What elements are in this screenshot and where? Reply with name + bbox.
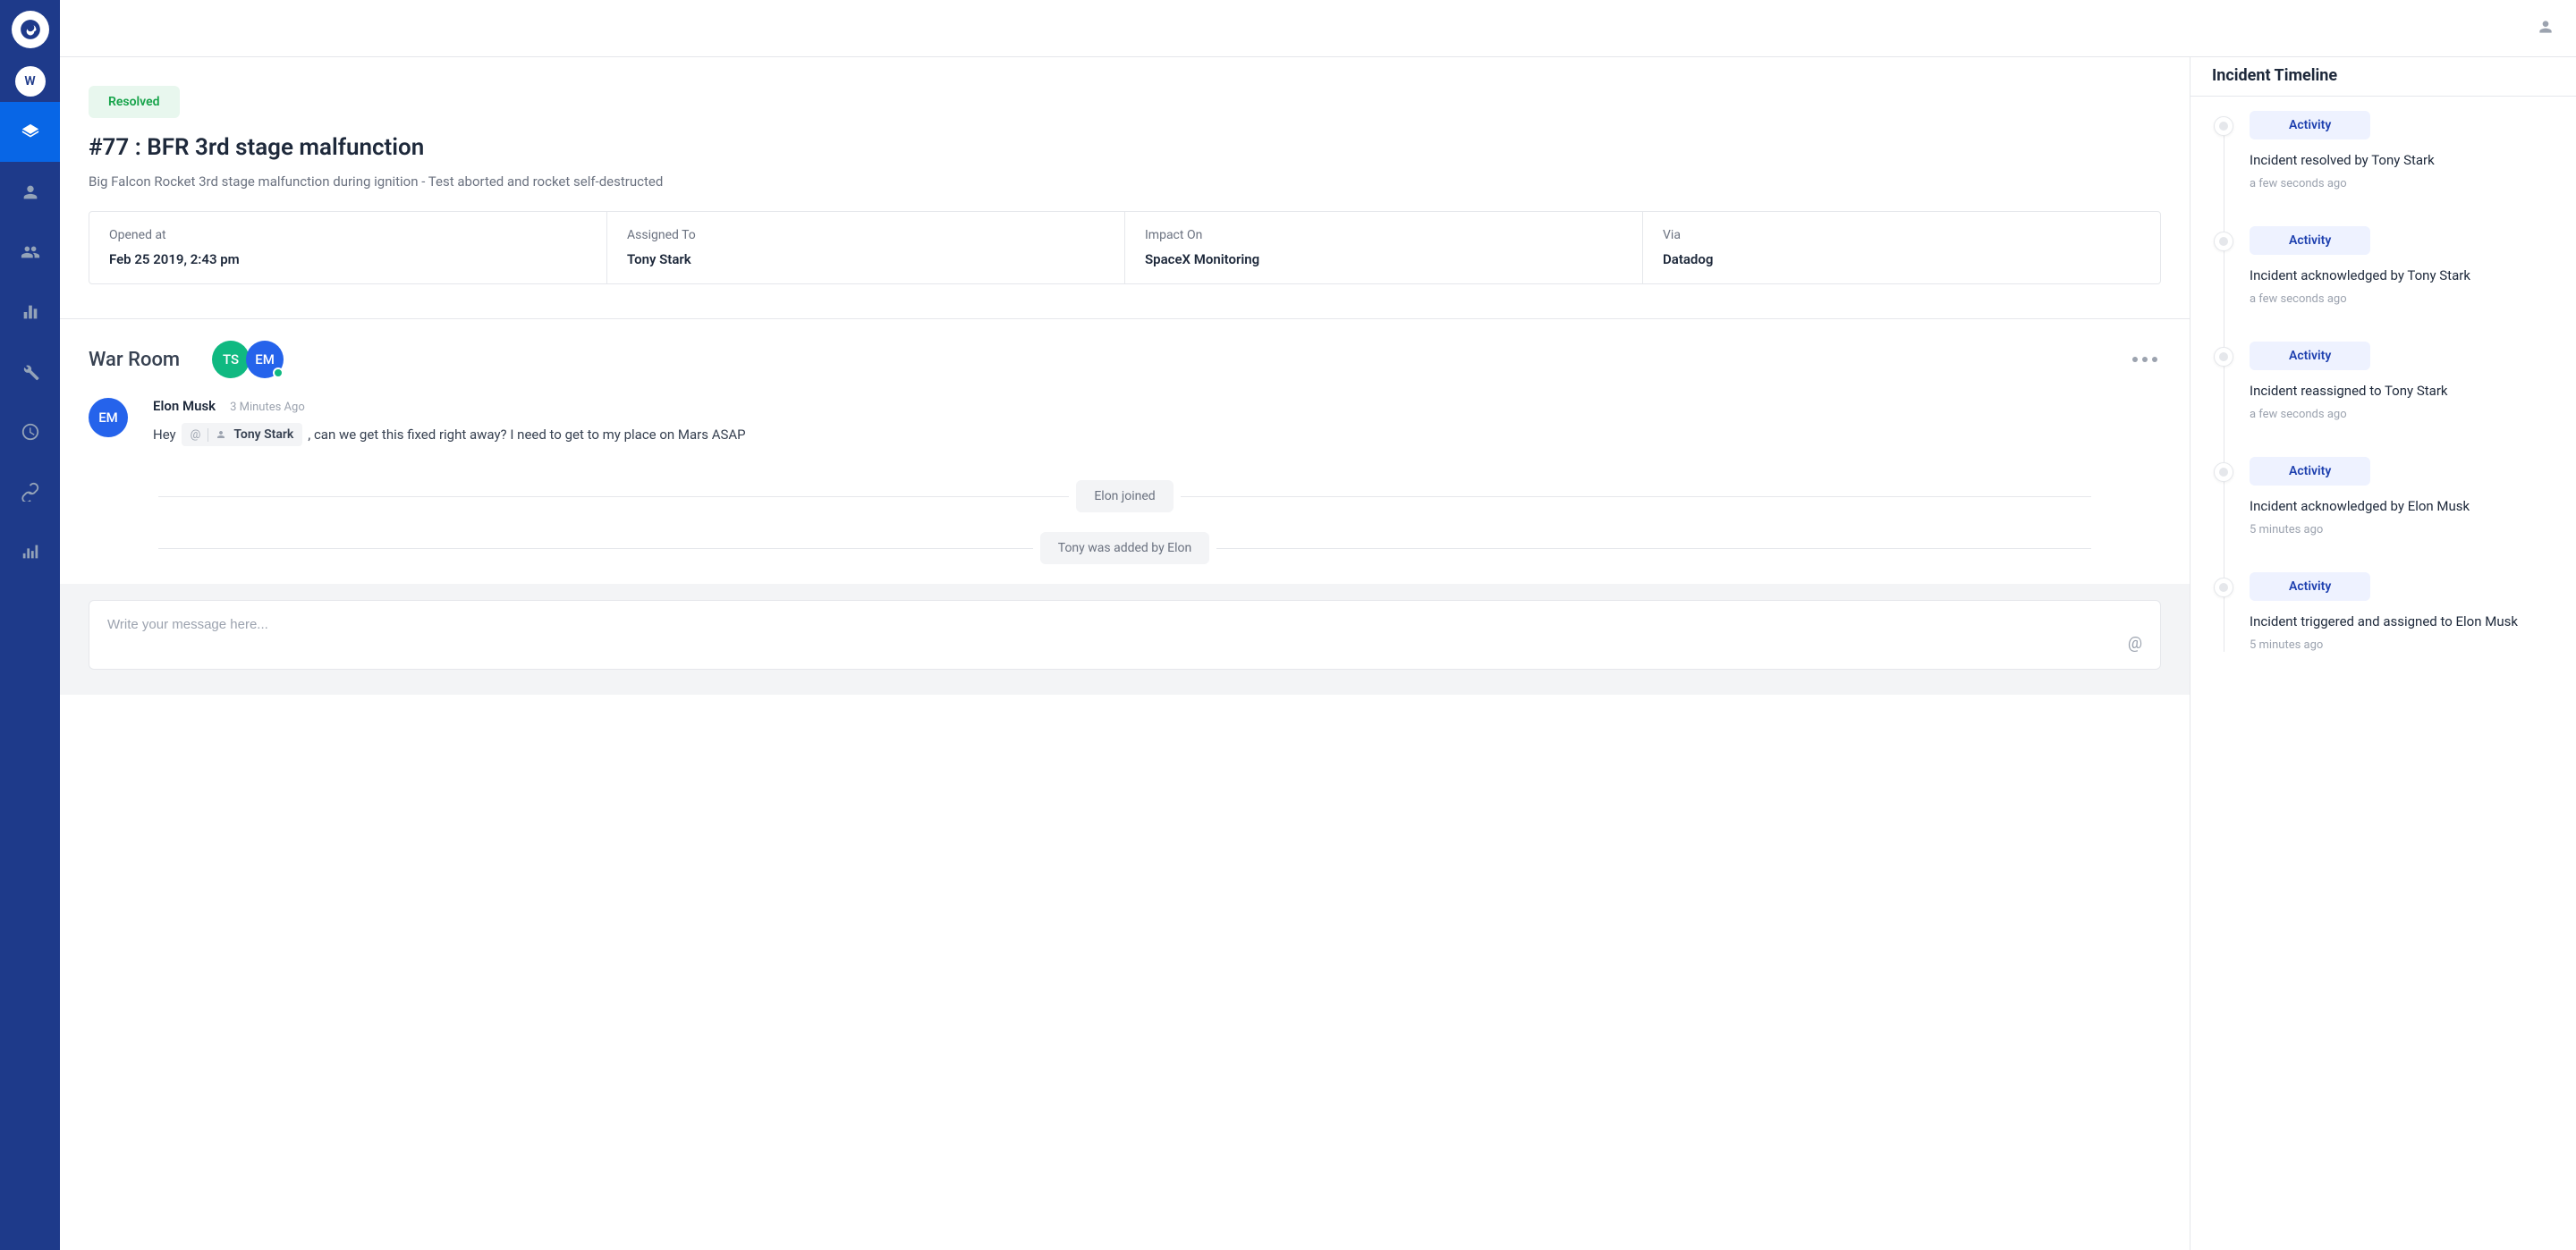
layers-icon [21, 122, 40, 142]
activity-badge: Activity [2250, 111, 2370, 139]
status-badge: Resolved [89, 86, 180, 118]
mention-button[interactable]: @ [2128, 634, 2142, 653]
timeline-text: Incident acknowledged by Elon Musk [2250, 498, 2555, 514]
timeline-item: Activity Incident triggered and assigned… [2212, 572, 2555, 652]
incident-meta: Opened at Feb 25 2019, 2:43 pm Assigned … [89, 211, 2161, 284]
nav-tools[interactable] [0, 342, 60, 401]
presence-indicator [273, 367, 284, 378]
timeline-item: Activity Incident acknowledged by Tony S… [2212, 226, 2555, 306]
at-icon: @ [191, 428, 209, 442]
clock-icon [21, 422, 40, 442]
system-notice: Elon joined [60, 480, 2190, 512]
activity-badge: Activity [2250, 226, 2370, 255]
timeline-dot [2214, 578, 2233, 597]
avatar-em[interactable]: EM [246, 341, 284, 378]
system-notice: Tony was added by Elon [60, 532, 2190, 564]
user-icon [21, 182, 40, 202]
message-author: Elon Musk [153, 398, 216, 414]
link-icon [21, 482, 40, 502]
nav-team[interactable] [0, 222, 60, 282]
message-text: Hey @ Tony Stark , can we get this fixed… [153, 423, 2161, 446]
activity-badge: Activity [2250, 457, 2370, 486]
chat-message: EM Elon Musk 3 Minutes Ago Hey @ Tony St… [60, 391, 2190, 460]
warroom-header: War Room TS EM [60, 319, 2190, 391]
meta-opened: Opened at Feb 25 2019, 2:43 pm [89, 212, 607, 283]
users-icon [21, 242, 40, 262]
user-icon [2537, 18, 2555, 36]
timeline-panel: Incident Timeline Activity Incident reso… [2190, 57, 2576, 1250]
timeline-title: Incident Timeline [2190, 66, 2576, 96]
incident-description: Big Falcon Rocket 3rd stage malfunction … [89, 173, 2161, 190]
topbar [60, 0, 2576, 57]
sidebar: W [0, 0, 60, 1250]
timeline-text: Incident resolved by Tony Stark [2250, 152, 2555, 168]
timeline-item: Activity Incident acknowledged by Elon M… [2212, 457, 2555, 536]
profile-menu[interactable] [2537, 18, 2555, 39]
timeline-time: a few seconds ago [2250, 177, 2555, 190]
warroom-title: War Room [89, 349, 180, 371]
timeline-time: a few seconds ago [2250, 408, 2555, 421]
incident-header: Resolved #77 : BFR 3rd stage malfunction… [60, 57, 2190, 284]
message-time: 3 Minutes Ago [230, 401, 305, 414]
message-composer[interactable]: @ [89, 600, 2161, 670]
nav-incidents[interactable] [0, 102, 60, 162]
wrench-icon [21, 362, 40, 382]
activity-badge: Activity [2250, 342, 2370, 370]
activity-badge: Activity [2250, 572, 2370, 601]
timeline-item: Activity Incident reassigned to Tony Sta… [2212, 342, 2555, 421]
user-icon [216, 429, 226, 440]
workspace-switcher[interactable]: W [15, 66, 46, 97]
mention-chip[interactable]: @ Tony Stark [182, 423, 303, 446]
message-avatar[interactable]: EM [89, 398, 128, 437]
timeline-text: Incident acknowledged by Tony Stark [2250, 267, 2555, 283]
logo[interactable] [12, 11, 49, 48]
timeline-text: Incident reassigned to Tony Stark [2250, 383, 2555, 399]
timeline-time: 5 minutes ago [2250, 638, 2555, 652]
bar-chart-icon [21, 302, 40, 322]
nav-reports[interactable] [0, 521, 60, 581]
timeline-dot [2214, 232, 2233, 251]
timeline-time: 5 minutes ago [2250, 523, 2555, 536]
meta-impact: Impact On SpaceX Monitoring [1125, 212, 1643, 283]
incident-title: #77 : BFR 3rd stage malfunction [89, 134, 2161, 161]
message-input[interactable] [107, 617, 2128, 632]
avatar-ts[interactable]: TS [212, 341, 250, 378]
timeline-dot [2214, 347, 2233, 367]
chart-icon [21, 542, 40, 562]
nav-user[interactable] [0, 162, 60, 222]
timeline-item: Activity Incident resolved by Tony Stark… [2212, 111, 2555, 190]
timeline-text: Incident triggered and assigned to Elon … [2250, 613, 2555, 629]
warroom-menu[interactable] [2129, 353, 2161, 366]
participant-avatars: TS EM [212, 341, 284, 378]
nav-analytics[interactable] [0, 282, 60, 342]
meta-via: Via Datadog [1643, 212, 2160, 283]
nav-integrations[interactable] [0, 461, 60, 521]
meta-assigned: Assigned To Tony Stark [607, 212, 1125, 283]
timeline-time: a few seconds ago [2250, 292, 2555, 306]
timeline-dot [2214, 116, 2233, 136]
nav-schedule[interactable] [0, 401, 60, 461]
timeline-dot [2214, 462, 2233, 482]
